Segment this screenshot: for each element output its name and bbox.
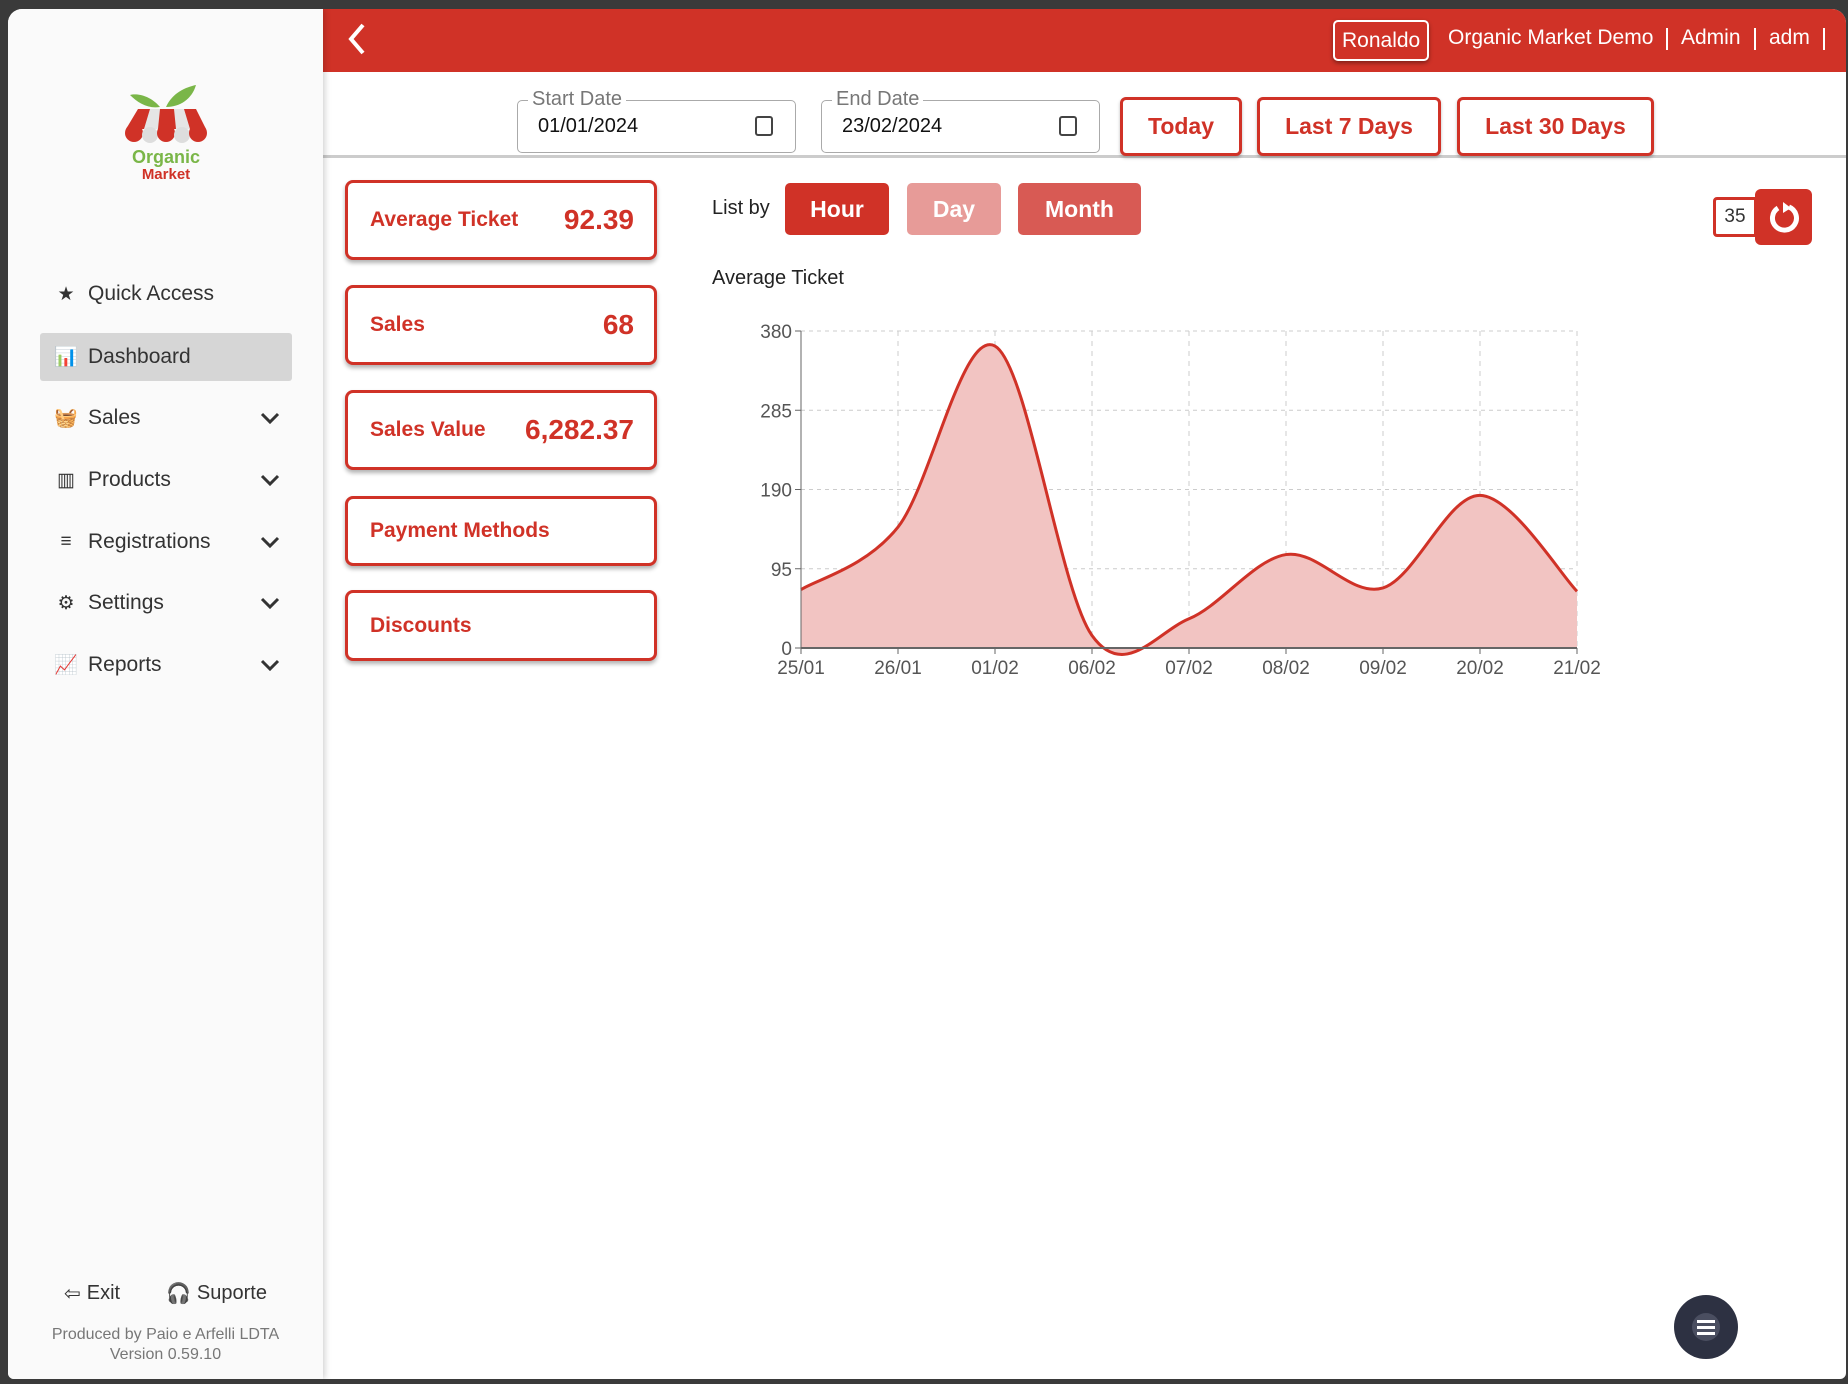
y-tick-label: 95 — [771, 560, 792, 581]
chevron-down-icon[interactable] — [260, 591, 286, 615]
y-tick-label: 0 — [781, 639, 792, 660]
sidebar-item-label: Quick Access — [88, 282, 215, 305]
x-tick-label: 08/02 — [1262, 658, 1310, 679]
barcode-icon: ▥ — [57, 469, 75, 491]
bar-chart-icon: 📊 — [54, 347, 78, 368]
sidebar-item-registrations[interactable]: ≡ Registrations — [40, 518, 292, 566]
line-chart-icon: 📈 — [54, 655, 78, 676]
chevron-down-icon[interactable] — [260, 468, 286, 492]
sidebar-item-sales[interactable]: 🧺 Sales — [40, 394, 292, 442]
chevron-down-icon[interactable] — [260, 406, 286, 430]
sidebar-item-reports[interactable]: 📈 Reports — [40, 641, 292, 689]
sidebar: Organic Market ★ Quick Access 📊 Dashboard 🧺 S… — [8, 9, 323, 1379]
y-tick-label: 380 — [760, 322, 792, 343]
support-link[interactable]: 🎧 Suporte — [166, 1281, 267, 1306]
organic-market-logo: Organic Market — [120, 77, 212, 185]
basket-icon: 🧺 — [54, 408, 78, 429]
chevron-down-icon[interactable] — [260, 653, 286, 677]
support-label: Suporte — [196, 1282, 267, 1304]
x-tick-label: 07/02 — [1165, 658, 1213, 679]
menu-fab-button[interactable] — [1674, 1295, 1738, 1359]
sidebar-item-label: Reports — [88, 653, 162, 676]
x-tick-label: 26/01 — [874, 658, 922, 679]
sidebar-item-label: Settings — [88, 591, 164, 614]
sidebar-item-label: Dashboard — [88, 345, 191, 368]
x-tick-label: 20/02 — [1456, 658, 1504, 679]
exit-icon: ⇦ — [64, 1283, 81, 1305]
sidebar-item-quick-access[interactable]: ★ Quick Access — [40, 270, 292, 318]
svg-text:Organic: Organic — [132, 147, 200, 167]
database-icon: ≡ — [60, 531, 72, 552]
sidebar-item-dashboard[interactable]: 📊 Dashboard — [40, 333, 292, 381]
app-window: Organic Market ★ Quick Access 📊 Dashboard 🧺 S… — [8, 9, 1846, 1379]
sidebar-item-label: Registrations — [88, 530, 211, 553]
sidebar-item-label: Sales — [88, 406, 141, 429]
exit-link[interactable]: ⇦ Exit — [64, 1281, 120, 1306]
exit-label: Exit — [86, 1282, 121, 1304]
hamburger-icon — [1692, 1313, 1720, 1341]
x-tick-label: 21/02 — [1553, 658, 1601, 679]
sidebar-item-settings[interactable]: ⚙ Settings — [40, 579, 292, 627]
version: Version 0.59.10 — [109, 1346, 222, 1363]
svg-text:Market: Market — [142, 166, 190, 183]
produced-by: Produced by Paio e Arfelli LDTA — [51, 1326, 280, 1343]
x-tick-label: 01/02 — [971, 658, 1019, 679]
chevron-down-icon[interactable] — [260, 530, 286, 554]
sidebar-item-label: Products — [88, 468, 171, 491]
star-icon: ★ — [57, 283, 75, 305]
y-tick-label: 285 — [760, 401, 792, 422]
x-tick-label: 25/01 — [777, 658, 825, 679]
x-tick-label: 06/02 — [1068, 658, 1116, 679]
sidebar-item-products[interactable]: ▥ Products — [40, 456, 292, 504]
gear-icon: ⚙ — [57, 592, 75, 614]
y-tick-label: 190 — [760, 481, 792, 502]
x-tick-label: 09/02 — [1359, 658, 1407, 679]
headset-icon: 🎧 — [166, 1283, 191, 1305]
